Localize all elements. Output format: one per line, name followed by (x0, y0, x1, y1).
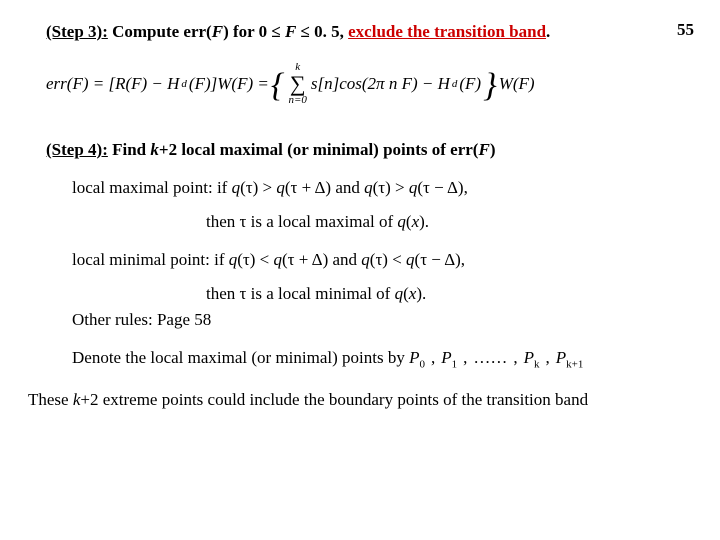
step3-label: (Step 3): (46, 22, 108, 41)
step4-t2: +2 local maximal (or minimal) points of … (159, 140, 479, 159)
ln-then: then τ is a local minimal of (206, 284, 395, 303)
step3-F: F (212, 22, 223, 41)
comma1: , (463, 348, 467, 368)
step4-label: (Step 4): (46, 140, 108, 159)
lm-qx: q (397, 212, 406, 231)
lm-q2: q (276, 178, 285, 197)
ln-p4: (τ − Δ), (415, 250, 466, 269)
step4-F: F (478, 140, 489, 159)
step3-F2: F (285, 22, 296, 41)
ln-p3: (τ) < (370, 250, 406, 269)
P0: P (409, 348, 419, 367)
step4-heading: (Step 4): Find k+2 local maximal (or min… (46, 140, 684, 160)
denote-line: Denote the local maximal (or minimal) po… (72, 348, 684, 370)
step3-heading: (Step 3): Compute err(F) for 0 ≤ F ≤ 0. … (46, 22, 684, 42)
ln-q4: q (406, 250, 415, 269)
step3-t3: ≤ 0. 5, (296, 22, 348, 41)
page-number: 55 (677, 20, 694, 40)
ln-p1: (τ) < (237, 250, 273, 269)
step3-period: . (546, 22, 550, 41)
points-list: P0, P1, ……, Pk, Pk+1 (409, 348, 583, 370)
step4-t3: ) (490, 140, 496, 159)
local-min-line: local minimal point: if q(τ) < q(τ + Δ) … (72, 250, 684, 270)
final-t2: +2 extreme points could include the boun… (80, 390, 588, 409)
step4-t1: Find (108, 140, 151, 159)
dots: …… (473, 348, 507, 368)
ln-q3: q (361, 250, 370, 269)
err-formula: err(F) = [R(F) − Hd(F)]W(F) = { k ∑ n=0 … (46, 62, 684, 106)
Pk: P (524, 348, 534, 367)
other-rules: Other rules: Page 58 (72, 310, 684, 330)
comma0: , (431, 348, 435, 368)
lm-q3: q (364, 178, 373, 197)
step4-k: k (150, 140, 159, 159)
step3-exclude: exclude the transition band (348, 22, 546, 41)
Pk1: P (556, 348, 566, 367)
P1-sub: 1 (452, 358, 458, 370)
ln-tail2: ). (416, 284, 426, 303)
Pk1-sub: k+1 (566, 358, 583, 370)
comma3: , (546, 348, 550, 368)
comma2: , (513, 348, 517, 368)
local-max-then: then τ is a local maximal of q(x). (206, 212, 684, 232)
ln-q2: q (274, 250, 283, 269)
P0-sub: 0 (419, 358, 425, 370)
lm-x: x (412, 212, 420, 231)
final-t1: These (28, 390, 73, 409)
P1: P (441, 348, 451, 367)
formula-lhs2: (F)]W(F) = (189, 74, 269, 94)
lm-q1: q (232, 178, 241, 197)
summation-icon: k ∑ n=0 (288, 62, 306, 106)
final-line: These k+2 extreme points could include t… (28, 390, 684, 410)
lm-p1: (τ) > (240, 178, 276, 197)
formula-lhs1: err(F) = [R(F) − H (46, 74, 179, 94)
denote-text: Denote the local maximal (or minimal) po… (72, 348, 405, 367)
sum-lower: n=0 (288, 95, 306, 106)
lm-tail2: ). (419, 212, 429, 231)
lm-p3: (τ) > (373, 178, 409, 197)
formula-in1: s[n]cos(2π n F) − H (311, 74, 450, 94)
ln-lead: local minimal point: if (72, 250, 229, 269)
formula-d2: d (452, 78, 458, 90)
formula-tail: W(F) (499, 74, 535, 94)
step3-t1: Compute err( (108, 22, 212, 41)
formula-d1: d (181, 78, 187, 90)
step3-t2: ) for 0 ≤ (223, 22, 285, 41)
lm-p4: (τ − Δ), (417, 178, 468, 197)
lm-lead: local maximal point: if (72, 178, 232, 197)
local-max-line: local maximal point: if q(τ) > q(τ + Δ) … (72, 178, 684, 198)
lm-then: then τ is a local maximal of (206, 212, 397, 231)
Pk-sub: k (534, 358, 540, 370)
ln-p2: (τ + Δ) and (282, 250, 361, 269)
sigma-icon: ∑ (290, 73, 306, 95)
slide-page: 55 (Step 3): Compute err(F) for 0 ≤ F ≤ … (0, 0, 720, 540)
formula-in2: (F) (459, 74, 481, 94)
local-min-then: then τ is a local minimal of q(x). (206, 284, 684, 304)
ln-q1: q (229, 250, 238, 269)
ln-qx: q (395, 284, 404, 303)
lm-p2: (τ + Δ) and (285, 178, 364, 197)
